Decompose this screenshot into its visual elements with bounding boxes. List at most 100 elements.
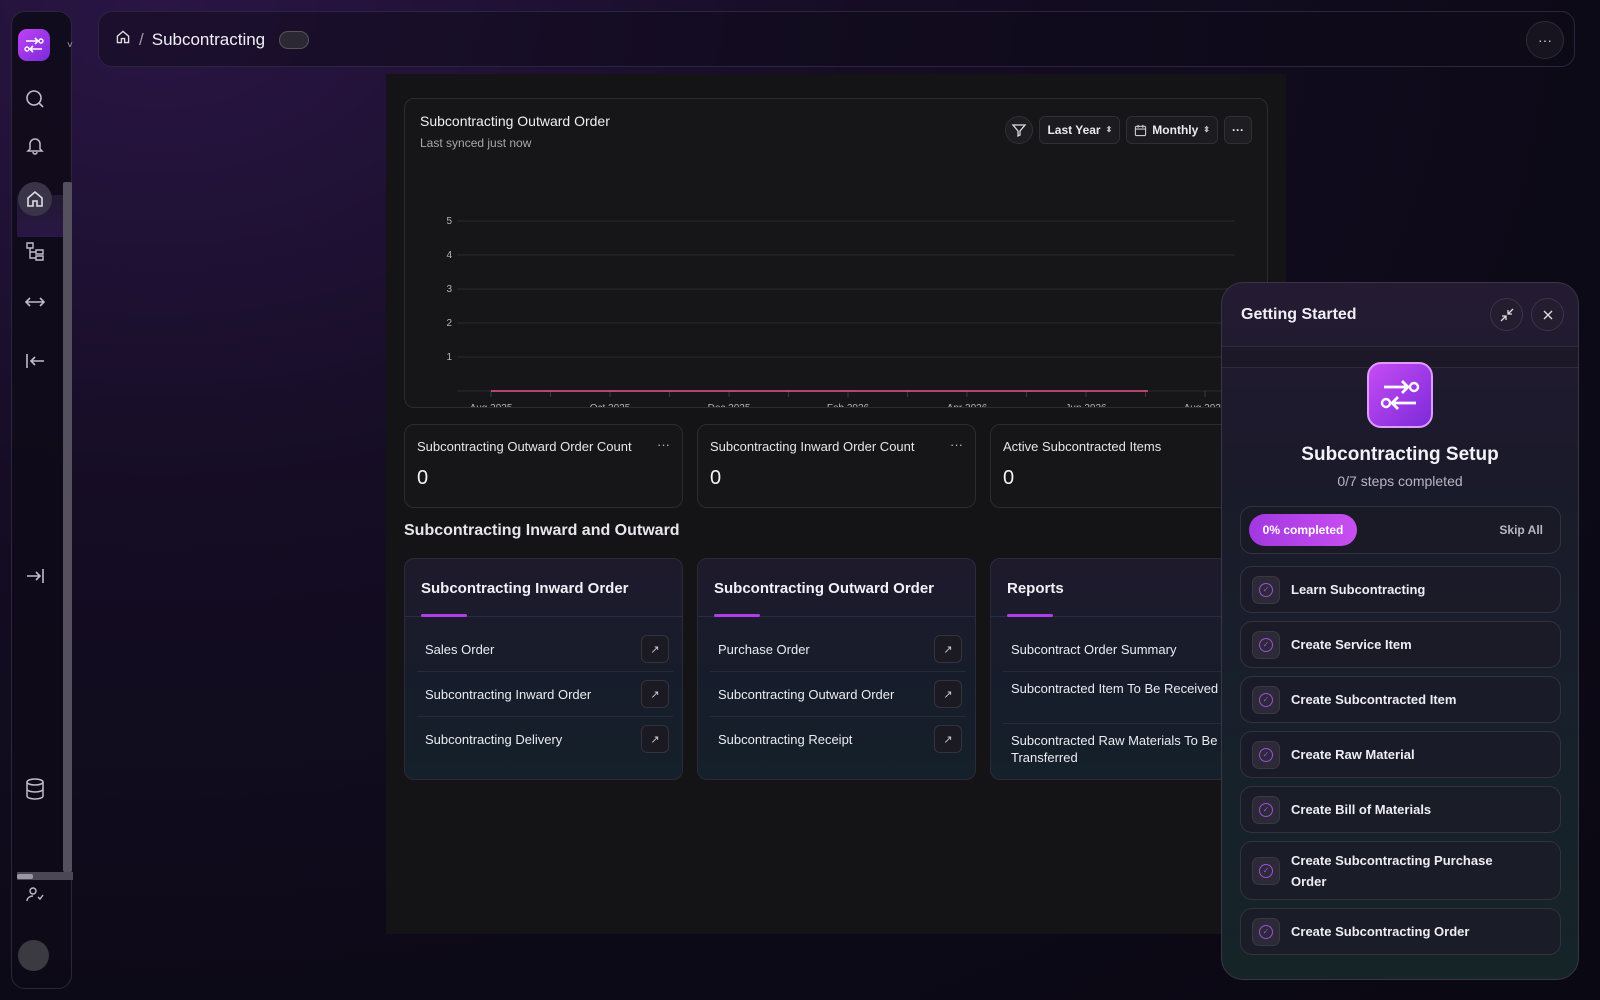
sidebar: ˅	[11, 11, 73, 989]
subcontracting-setup-icon	[1367, 362, 1433, 428]
open-arrow-icon[interactable]: ↗	[934, 635, 962, 663]
database-icon[interactable]	[18, 772, 52, 806]
stat-value: 0	[417, 467, 429, 489]
step-check-icon[interactable]: ✓	[1252, 795, 1280, 824]
step-check-icon[interactable]: ✓	[1252, 917, 1280, 946]
calendar-icon	[1135, 124, 1147, 136]
open-arrow-icon[interactable]: ↗	[934, 725, 962, 753]
chevron-down-icon[interactable]: ˅	[67, 40, 73, 51]
step-label: Create Subcontracting Order	[1291, 924, 1470, 939]
minimize-icon[interactable]	[1490, 298, 1523, 331]
close-icon[interactable]	[1531, 298, 1564, 331]
hierarchy-icon[interactable]	[18, 234, 52, 268]
updown-icon: ⬍	[1105, 125, 1113, 134]
breadcrumb-current[interactable]: Subcontracting	[152, 30, 265, 50]
link-label[interactable]: Subcontracted Raw Materials To Be Transf…	[1011, 732, 1221, 766]
avatar[interactable]	[18, 940, 49, 971]
link-label[interactable]: Sales Order	[425, 641, 494, 658]
y-tick-label: 4	[446, 250, 452, 261]
step-check-icon[interactable]: ✓	[1252, 685, 1280, 714]
search-icon[interactable]	[18, 82, 52, 116]
top-header: / Subcontracting ···	[98, 11, 1575, 67]
filter-icon	[1012, 124, 1027, 138]
title-underline	[421, 614, 467, 617]
link-card-header: Subcontracting Inward Order	[405, 559, 682, 617]
expand-right-icon[interactable]	[18, 559, 52, 593]
link-row[interactable]: Subcontracting Delivery ↗	[417, 717, 673, 762]
collapse-left-icon[interactable]	[18, 344, 52, 378]
toggle-switch[interactable]	[279, 30, 310, 49]
link-label[interactable]: Subcontracting Delivery	[425, 731, 562, 748]
link-label[interactable]: Subcontracting Inward Order	[425, 686, 591, 703]
home-icon[interactable]	[115, 29, 131, 50]
link-label[interactable]: Subcontracting Receipt	[718, 731, 852, 748]
open-arrow-icon[interactable]: ↗	[641, 725, 669, 753]
link-card-title: Reports	[1007, 580, 1064, 597]
interval-select[interactable]: Monthly ⬍	[1126, 116, 1218, 144]
setup-step[interactable]: ✓ Create Subcontracting Purchase Order	[1240, 841, 1561, 900]
link-card-inward: Subcontracting Inward Order Sales Order …	[404, 558, 683, 780]
line-chart: 1 2 3 4 5 Aug 2025 Oct 2025 Dec 2025 Feb 2026 Apr…	[446, 216, 1235, 407]
user-settings-icon[interactable]	[18, 877, 52, 911]
stat-title: Subcontracting Outward Order Count	[417, 439, 632, 454]
y-tick-label: 1	[446, 352, 452, 363]
step-check-icon[interactable]: ✓	[1252, 575, 1280, 604]
step-check-icon[interactable]: ✓	[1252, 740, 1280, 769]
title-underline	[1007, 614, 1053, 617]
step-check-icon[interactable]: ✓	[1252, 856, 1280, 885]
link-card-title: Subcontracting Inward Order	[421, 580, 629, 597]
setup-step[interactable]: ✓ Create Subcontracting Order	[1240, 908, 1561, 955]
app-logo[interactable]	[18, 29, 50, 61]
skip-all-button[interactable]: Skip All	[1499, 523, 1543, 537]
open-arrow-icon[interactable]: ↗	[641, 680, 669, 708]
stat-more-button[interactable]: ···	[950, 437, 963, 452]
range-select-value: Last Year	[1047, 123, 1101, 137]
step-check-icon[interactable]: ✓	[1252, 630, 1280, 659]
link-label[interactable]: Subcontracting Outward Order	[718, 686, 894, 703]
home-icon[interactable]	[18, 182, 52, 216]
setup-step[interactable]: ✓ Create Subcontracted Item	[1240, 676, 1561, 723]
setup-step[interactable]: ✓ Learn Subcontracting	[1240, 566, 1561, 613]
more-options-button[interactable]: ···	[1526, 21, 1564, 59]
x-tick-label: Apr 2026	[947, 403, 988, 407]
link-row[interactable]: Subcontracting Inward Order ↗	[417, 672, 673, 717]
chart-more-button[interactable]: ···	[1224, 116, 1252, 144]
link-label[interactable]: Purchase Order	[718, 641, 810, 658]
step-label: Create Subcontracted Item	[1291, 692, 1457, 707]
updown-icon: ⬍	[1203, 125, 1210, 134]
filter-button[interactable]	[1005, 116, 1034, 144]
x-tick-label: Feb 2026	[827, 403, 870, 407]
x-tick-label: Jun 2026	[1065, 403, 1107, 407]
stat-card-outward-count: Subcontracting Outward Order Count ··· 0	[404, 424, 683, 508]
panel-title: Getting Started	[1241, 306, 1357, 323]
link-label[interactable]: Subcontracted Item To Be Received	[1011, 680, 1221, 697]
link-row[interactable]: Sales Order ↗	[417, 627, 673, 672]
step-label: Create Subcontracting Purchase Order	[1291, 853, 1493, 889]
link-row[interactable]: Subcontracting Outward Order ↗	[710, 672, 966, 717]
link-label[interactable]: Subcontract Order Summary	[1011, 641, 1176, 658]
stat-title: Active Subcontracted Items	[1003, 439, 1162, 454]
setup-step[interactable]: ✓ Create Service Item	[1240, 621, 1561, 668]
y-tick-label: 3	[446, 284, 452, 295]
link-row[interactable]: Subcontracting Receipt ↗	[710, 717, 966, 762]
stat-more-button[interactable]: ···	[657, 437, 670, 452]
arrows-horizontal-icon[interactable]	[18, 285, 52, 319]
breadcrumb-separator: /	[139, 29, 144, 49]
sidebar-scrollbar[interactable]	[63, 182, 72, 872]
range-select[interactable]: Last Year ⬍	[1039, 116, 1121, 144]
chart-subtitle: Last synced just now	[420, 136, 532, 150]
progress-pill: 0% completed	[1249, 514, 1357, 546]
bell-icon[interactable]	[18, 128, 52, 162]
stat-value: 0	[710, 467, 722, 489]
setup-step[interactable]: ✓ Create Bill of Materials	[1240, 786, 1561, 833]
chart-card: Subcontracting Outward Order Last synced…	[404, 98, 1268, 408]
open-arrow-icon[interactable]: ↗	[641, 635, 669, 663]
x-tick-label: Aug 2025	[470, 403, 513, 407]
y-tick-label: 5	[446, 216, 452, 227]
link-card-header: Subcontracting Outward Order	[698, 559, 975, 617]
setup-step[interactable]: ✓ Create Raw Material	[1240, 731, 1561, 778]
link-row[interactable]: Purchase Order ↗	[710, 627, 966, 672]
setup-title: Subcontracting Setup	[1301, 444, 1499, 465]
interval-select-value: Monthly	[1152, 123, 1199, 137]
open-arrow-icon[interactable]: ↗	[934, 680, 962, 708]
